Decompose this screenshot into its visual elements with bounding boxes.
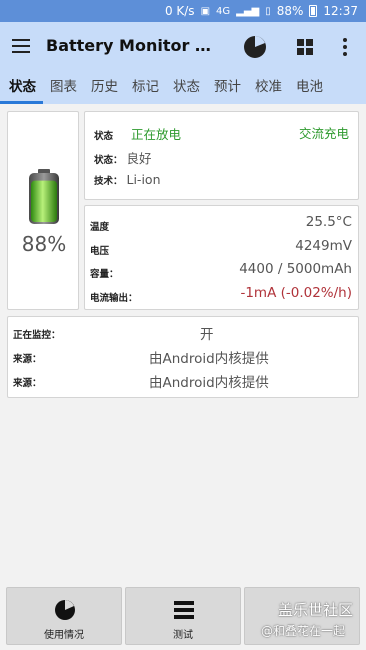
- pie-chart-icon[interactable]: [243, 35, 267, 59]
- status-value: 正在放电: [131, 127, 182, 142]
- source-value-1: 由Android内核提供: [149, 351, 269, 367]
- technology-row: 技术： Li-ion: [94, 172, 161, 187]
- battery-icon: [29, 169, 59, 224]
- current-value: -1mA (-0.02%/h): [240, 285, 352, 301]
- battery-fill: [31, 180, 57, 222]
- monitoring-value: 开: [200, 327, 214, 343]
- tab-battery[interactable]: 电池: [289, 72, 330, 104]
- health-value: 良好: [126, 151, 152, 166]
- tab-estimate[interactable]: 预计: [207, 72, 248, 104]
- widgets-grid-icon[interactable]: [297, 39, 313, 55]
- usage-label: 使用情况: [44, 630, 84, 641]
- capacity-value: 4400 / 5000mAh: [239, 261, 352, 277]
- tab-state[interactable]: 状态: [166, 72, 207, 104]
- tab-bar: 状态 图表 历史 标记 状态 预计 校准 电池: [0, 72, 366, 104]
- battery-level-card[interactable]: 88%: [7, 111, 79, 310]
- server-list-icon: [174, 601, 194, 619]
- test-label: 测试: [173, 630, 193, 641]
- status-card[interactable]: 状态 正在放电 交流充电 状态： 良好 技术： Li-ion: [84, 111, 359, 200]
- status-row: 状态 正在放电: [94, 124, 181, 143]
- sim-icon: ▯: [265, 5, 271, 17]
- source-label-1: 来源：: [13, 354, 42, 365]
- monitoring-label: 正在监控：: [13, 330, 61, 341]
- watermark-title: 盖乐世社区: [278, 601, 354, 619]
- network-type: 4G: [216, 5, 231, 17]
- battery-level-text: 88%: [276, 4, 304, 18]
- status-label: 状态: [94, 131, 114, 142]
- notification-icon: ▣: [200, 5, 211, 17]
- usage-button[interactable]: 使用情况: [6, 587, 122, 645]
- menu-icon[interactable]: [12, 39, 30, 53]
- capacity-label: 容量：: [90, 269, 119, 280]
- charge-source: 交流充电: [298, 126, 349, 141]
- network-speed: 0 K/s: [164, 4, 195, 18]
- signal-icon: ▂▄▆: [236, 5, 260, 17]
- pie-chart-icon: [55, 600, 75, 620]
- monitoring-card[interactable]: 正在监控： 开 来源： 由Android内核提供 来源： 由Android内核提…: [7, 316, 359, 398]
- app-title: Battery Monitor Wid...: [46, 36, 224, 55]
- app-bar: Battery Monitor Wid...: [0, 22, 366, 72]
- tab-chart[interactable]: 图表: [43, 72, 84, 104]
- technology-label: 技术：: [94, 176, 123, 187]
- test-button[interactable]: 测试: [125, 587, 241, 645]
- sensor-card[interactable]: 温度 25.5°C 电压 4249mV 容量： 4400 / 5000mAh 电…: [84, 205, 359, 310]
- bottom-action-bar: 使用情况 测试 盖乐世社区 @和叠花在一起: [0, 586, 366, 650]
- more-options-icon[interactable]: [343, 38, 347, 56]
- voltage-value: 4249mV: [295, 238, 352, 254]
- watermark-subtitle: @和叠花在一起: [261, 624, 346, 638]
- battery-percent: 88%: [21, 232, 67, 256]
- clock: 12:37: [323, 4, 358, 18]
- voltage-label: 电压: [90, 246, 110, 257]
- tab-markers[interactable]: 标记: [125, 72, 166, 104]
- technology-value: Li-ion: [126, 172, 161, 187]
- tab-history[interactable]: 历史: [84, 72, 125, 104]
- source-label-2: 来源：: [13, 378, 42, 389]
- tab-status[interactable]: 状态: [0, 72, 43, 104]
- temperature-value: 25.5°C: [305, 214, 352, 230]
- current-label: 电流输出：: [90, 293, 138, 304]
- health-label: 状态：: [94, 155, 123, 166]
- tab-calibrate[interactable]: 校准: [248, 72, 289, 104]
- temperature-label: 温度: [90, 222, 110, 233]
- battery-charging-icon: [309, 5, 318, 17]
- source-value-2: 由Android内核提供: [149, 375, 269, 391]
- health-row: 状态： 良好: [94, 148, 152, 167]
- system-status-bar: 0 K/s ▣ 4G ▂▄▆ ▯ 88% 12:37: [0, 0, 366, 22]
